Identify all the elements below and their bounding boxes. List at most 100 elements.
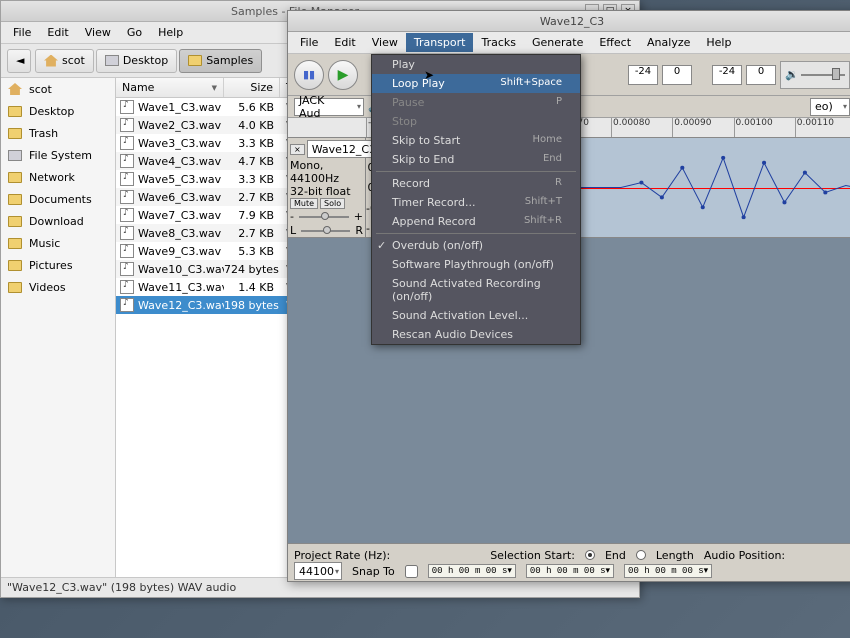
- audio-host-combo[interactable]: JACK Aud: [294, 98, 364, 116]
- sidebar-item-pictures[interactable]: Pictures: [1, 254, 115, 276]
- menu-item-record[interactable]: RecordR: [372, 174, 580, 193]
- volume-slider[interactable]: 🔉: [780, 61, 850, 89]
- project-rate-label: Project Rate (Hz):: [294, 549, 390, 562]
- menu-item-rescan-audio-devices[interactable]: Rescan Audio Devices: [372, 325, 580, 344]
- sidebar-item-desktop[interactable]: Desktop: [1, 100, 115, 122]
- fm-col-size[interactable]: Size: [224, 78, 280, 97]
- audio-file-icon: [120, 118, 134, 132]
- menu-item-sound-activated-recording-on-off-[interactable]: Sound Activated Recording (on/off): [372, 274, 580, 306]
- ruler-tick: 0.00110: [795, 118, 850, 137]
- play-button[interactable]: ▶: [328, 60, 358, 90]
- audio-file-icon: [120, 136, 134, 150]
- audio-file-icon: [120, 190, 134, 204]
- au-track-panel: ×Wave12_C3 Mono, 44100Hz 32-bit float Mu…: [288, 138, 366, 237]
- trash-icon: [8, 128, 22, 139]
- menu-item-loop-play[interactable]: Loop PlayShift+Space: [372, 74, 580, 93]
- audio-file-icon: [120, 280, 134, 294]
- home-icon: [8, 83, 22, 95]
- fm-menu-help[interactable]: Help: [150, 23, 191, 42]
- pan-slider[interactable]: LR: [290, 224, 363, 237]
- project-rate-combo[interactable]: 44100: [294, 562, 342, 580]
- au-menubar: FileEditViewTransportTracksGenerateEffec…: [288, 32, 850, 54]
- au-menu-help[interactable]: Help: [698, 33, 739, 52]
- fm-back-button[interactable]: ◄: [7, 49, 31, 73]
- menu-separator: [376, 233, 576, 234]
- au-menu-transport[interactable]: Transport: [406, 33, 474, 52]
- au-menu-edit[interactable]: Edit: [326, 33, 363, 52]
- meter-spin[interactable]: -24: [628, 65, 658, 85]
- menu-item-play[interactable]: Play: [372, 55, 580, 74]
- audio-position-field[interactable]: 00 h 00 m 00 s▾: [624, 564, 712, 578]
- fm-menu-go[interactable]: Go: [119, 23, 150, 42]
- menu-item-append-record[interactable]: Append RecordShift+R: [372, 212, 580, 231]
- menu-item-overdub-on-off-[interactable]: ✓Overdub (on/off): [372, 236, 580, 255]
- fm-menu-view[interactable]: View: [77, 23, 119, 42]
- menu-item-skip-to-start[interactable]: Skip to StartHome: [372, 131, 580, 150]
- folder-icon: [8, 238, 22, 249]
- fm-menu-edit[interactable]: Edit: [39, 23, 76, 42]
- mute-button[interactable]: Mute: [290, 198, 318, 209]
- meter-spin[interactable]: -24: [712, 65, 742, 85]
- sidebar-item-file-system[interactable]: File System: [1, 144, 115, 166]
- meter-spin[interactable]: 0: [746, 65, 776, 85]
- audio-file-icon: [120, 208, 134, 222]
- gain-slider[interactable]: -+: [290, 210, 363, 223]
- sidebar-item-documents[interactable]: Documents: [1, 188, 115, 210]
- sidebar-item-videos[interactable]: Videos: [1, 276, 115, 298]
- au-selection-toolbar: Project Rate (Hz): Selection Start: End …: [288, 543, 850, 581]
- sidebar-item-download[interactable]: Download: [1, 210, 115, 232]
- au-title: Wave12_C3: [288, 15, 850, 28]
- output-combo[interactable]: eo): [810, 98, 850, 116]
- menu-item-software-playthrough-on-off-[interactable]: Software Playthrough (on/off): [372, 255, 580, 274]
- selection-start-field[interactable]: 00 h 00 m 00 s▾: [428, 564, 516, 578]
- audio-file-icon: [120, 172, 134, 186]
- drive-icon: [8, 150, 22, 161]
- audio-file-icon: [120, 154, 134, 168]
- track-bits-label: 32-bit float: [290, 185, 363, 198]
- sidebar-item-trash[interactable]: Trash: [1, 122, 115, 144]
- meter-spin[interactable]: 0: [662, 65, 692, 85]
- sidebar-item-music[interactable]: Music: [1, 232, 115, 254]
- sidebar-item-network[interactable]: Network: [1, 166, 115, 188]
- speaker-icon: 🔉: [785, 68, 799, 81]
- menu-item-skip-to-end[interactable]: Skip to EndEnd: [372, 150, 580, 169]
- breadcrumb-scot[interactable]: scot: [35, 49, 94, 73]
- check-icon: ✓: [377, 239, 386, 252]
- desktop-icon: [8, 106, 22, 117]
- track-close-button[interactable]: ×: [290, 144, 305, 155]
- audio-file-icon: [120, 244, 134, 258]
- pause-button[interactable]: ▮▮: [294, 60, 324, 90]
- fm-menu-file[interactable]: File: [5, 23, 39, 42]
- fm-breadcrumb: scotDesktopSamples: [35, 49, 262, 73]
- length-radio[interactable]: [636, 550, 646, 560]
- transport-menu-dropdown: PlayLoop PlayShift+SpacePausePStopSkip t…: [371, 54, 581, 345]
- breadcrumb-samples[interactable]: Samples: [179, 49, 262, 73]
- au-menu-analyze[interactable]: Analyze: [639, 33, 698, 52]
- folder-icon: [8, 282, 22, 293]
- menu-item-timer-record-[interactable]: Timer Record...Shift+T: [372, 193, 580, 212]
- breadcrumb-desktop[interactable]: Desktop: [96, 49, 177, 73]
- end-radio[interactable]: [585, 550, 595, 560]
- folder-icon: [188, 55, 202, 66]
- audio-file-icon: [120, 226, 134, 240]
- au-menu-effect[interactable]: Effect: [591, 33, 639, 52]
- menu-item-sound-activation-level-[interactable]: Sound Activation Level...: [372, 306, 580, 325]
- snap-to-checkbox[interactable]: [405, 565, 418, 578]
- selection-end-field[interactable]: 00 h 00 m 00 s▾: [526, 564, 614, 578]
- au-titlebar[interactable]: Wave12_C3: [288, 11, 850, 32]
- menu-item-pause: PauseP: [372, 93, 580, 112]
- fm-col-name[interactable]: Name▼: [116, 78, 224, 97]
- au-menu-view[interactable]: View: [364, 33, 406, 52]
- home-icon: [44, 55, 58, 67]
- track-format-label: Mono, 44100Hz: [290, 159, 363, 185]
- ruler-tick: 0.00080: [611, 118, 672, 137]
- menu-separator: [376, 171, 576, 172]
- audio-position-label: Audio Position:: [704, 549, 785, 562]
- audacity-window: Wave12_C3 FileEditViewTransportTracksGen…: [287, 10, 850, 582]
- au-menu-tracks[interactable]: Tracks: [473, 33, 524, 52]
- solo-button[interactable]: Solo: [320, 198, 345, 209]
- sidebar-item-scot[interactable]: scot: [1, 78, 115, 100]
- au-menu-generate[interactable]: Generate: [524, 33, 591, 52]
- au-menu-file[interactable]: File: [292, 33, 326, 52]
- ruler-tick: 0.00100: [734, 118, 795, 137]
